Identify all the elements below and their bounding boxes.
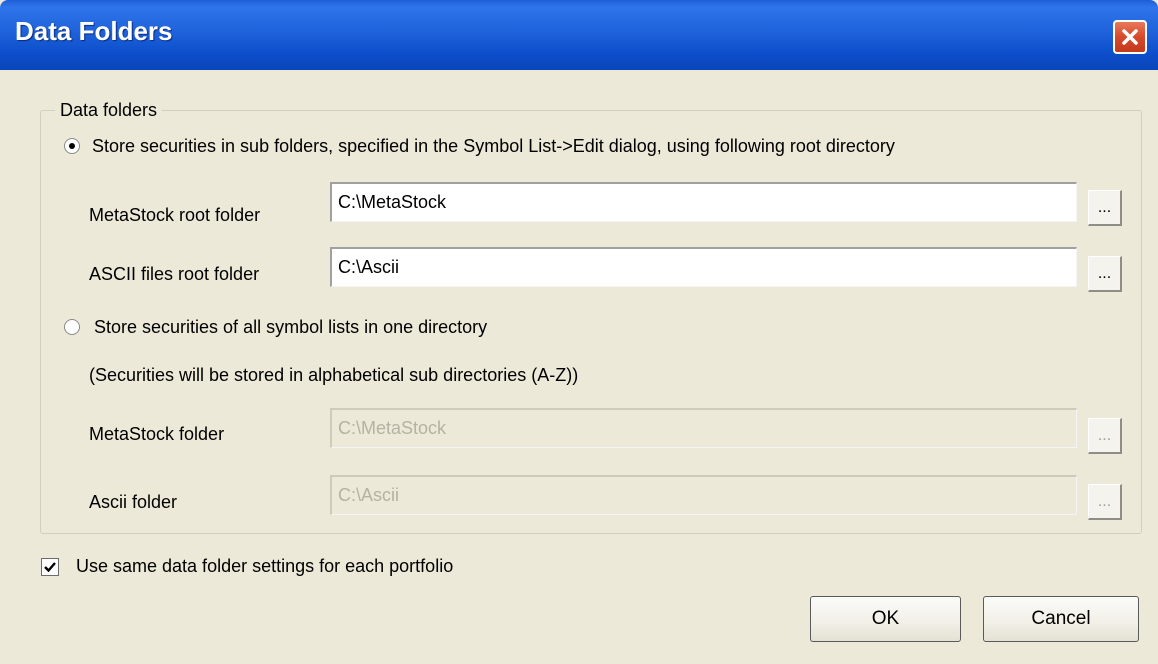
radio-one-directory-label[interactable]: Store securities of all symbol lists in … — [94, 317, 487, 338]
same-settings-checkbox[interactable] — [41, 558, 59, 576]
same-settings-label[interactable]: Use same data folder settings for each p… — [76, 556, 453, 577]
close-icon — [1122, 29, 1138, 45]
metastock-root-folder-input[interactable]: C:\MetaStock — [330, 182, 1077, 222]
ascii-folder-input[interactable]: C:\Ascii — [330, 475, 1077, 515]
ascii-root-folder-label: ASCII files root folder — [89, 264, 260, 284]
checkmark-icon — [44, 562, 56, 573]
title-bar: Data Folders — [0, 0, 1158, 70]
metastock-folder-input[interactable]: C:\MetaStock — [330, 408, 1077, 448]
ascii-folder-label: Ascii folder — [89, 492, 178, 512]
metastock-folder-label: MetaStock folder — [89, 424, 225, 444]
ascii-folder-browse-button[interactable]: ... — [1088, 484, 1122, 520]
radio-subfolders-label[interactable]: Store securities in sub folders, specifi… — [92, 136, 895, 157]
metastock-folder-browse-button[interactable]: ... — [1088, 418, 1122, 454]
radio-one-directory[interactable] — [64, 319, 80, 335]
window-title: Data Folders — [15, 16, 173, 46]
metastock-root-folder-label: MetaStock root folder — [89, 205, 261, 225]
metastock-root-browse-button[interactable]: ... — [1088, 190, 1122, 226]
ascii-root-browse-button[interactable]: ... — [1088, 256, 1122, 292]
ok-button[interactable]: OK — [810, 596, 961, 642]
radio-subfolders[interactable] — [64, 138, 80, 154]
one-directory-note: (Securities will be stored in alphabetic… — [89, 365, 579, 385]
ascii-root-folder-input[interactable]: C:\Ascii — [330, 247, 1077, 287]
close-button[interactable] — [1113, 20, 1147, 54]
cancel-button[interactable]: Cancel — [983, 596, 1139, 642]
group-label: Data folders — [55, 100, 163, 121]
